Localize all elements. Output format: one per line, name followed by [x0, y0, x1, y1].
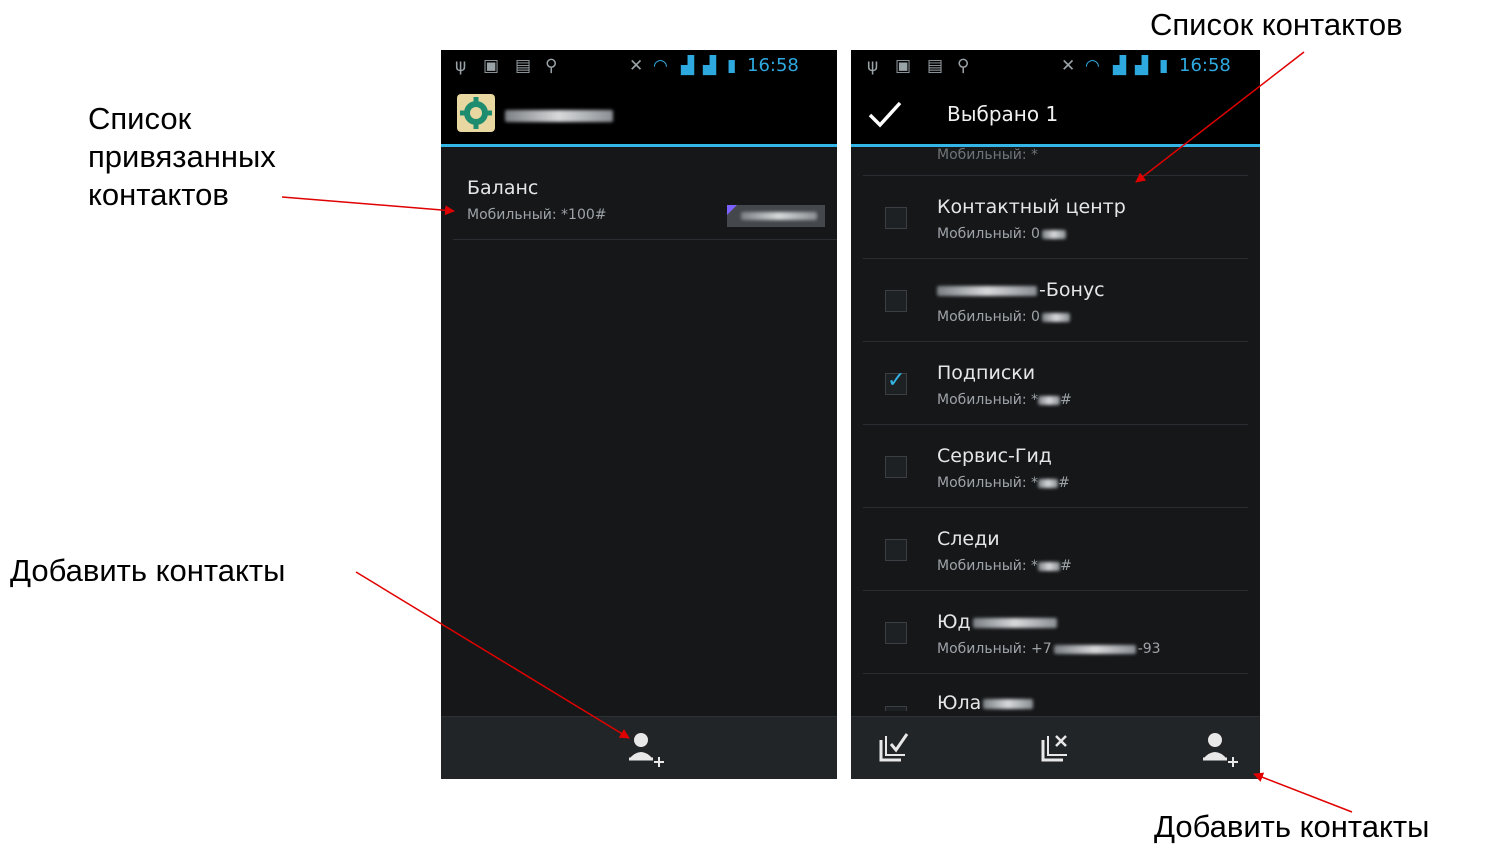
- mute-icon: ✕: [629, 56, 644, 76]
- linked-contacts-list: Баланс Мобильный: *100#: [441, 147, 837, 717]
- callout-line-3: контактов: [88, 177, 229, 212]
- signal-2-icon: ▟: [703, 56, 717, 76]
- status-time: 16:58: [1179, 55, 1231, 76]
- mute-icon: ✕: [1061, 56, 1076, 76]
- status-bar: ψ ▣ ▤ ⚲ ✕ ◠ ▟ ▟ ▮ 16:58: [441, 50, 837, 84]
- list-item[interactable]: -Бонус Мобильный: 0: [863, 259, 1248, 342]
- list-item[interactable]: ✓ Подписки Мобильный: * #: [863, 342, 1248, 425]
- contact-name: -Бонус: [937, 279, 1105, 301]
- contact-number: Мобильный: *100#: [467, 207, 607, 223]
- callout-line-1: Список: [88, 101, 192, 136]
- checkbox[interactable]: [885, 456, 907, 478]
- contact-name: Подписки: [937, 362, 1036, 384]
- account-badge: [727, 205, 825, 227]
- search-icon: ⚲: [545, 56, 558, 76]
- list-item[interactable]: Следи Мобильный: * #: [863, 508, 1248, 591]
- signal-icon: ▟: [681, 56, 695, 76]
- add-contact-icon[interactable]: [627, 731, 667, 767]
- callout-linked-contacts: Список привязанных контактов: [88, 100, 276, 214]
- contact-number: Мобильный: 0: [937, 309, 1070, 325]
- action-bar: Выбрано 1: [851, 84, 1260, 147]
- battery-icon: ▮: [1159, 56, 1169, 76]
- contacts-list: Мобильный: * Контактный центр Мобильный:…: [851, 147, 1260, 717]
- contact-number: Мобильный: * #: [937, 475, 1070, 491]
- callout-contact-list: Список контактов: [1150, 7, 1403, 42]
- image-icon: ▣: [895, 56, 912, 76]
- check-icon[interactable]: [867, 98, 903, 130]
- gear-icon[interactable]: [457, 94, 495, 132]
- selected-count: Выбрано 1: [947, 102, 1059, 126]
- checkbox[interactable]: [885, 622, 907, 644]
- left-screen: ψ ▣ ▤ ⚲ ✕ ◠ ▟ ▟ ▮ 16:58 Баланс Мобильный…: [441, 50, 837, 779]
- check-icon: ✓: [887, 368, 906, 393]
- select-all-icon[interactable]: [877, 732, 911, 764]
- contact-number: Мобильный: * #: [937, 392, 1072, 408]
- wifi-icon: ◠: [653, 56, 668, 76]
- image-icon: ▣: [483, 56, 500, 76]
- arrow-to-linked-list: [281, 196, 455, 216]
- contact-number: Мобильный: * #: [937, 558, 1072, 574]
- clear-selection-icon[interactable]: [1039, 732, 1073, 764]
- contact-number: Мобильный: *: [937, 147, 1039, 163]
- list-item[interactable]: Юд Мобильный: +7 -93: [863, 591, 1248, 674]
- app-title-redacted: [505, 110, 613, 122]
- action-bar: [441, 84, 837, 147]
- usb-icon: ψ: [455, 56, 467, 76]
- contact-name: Баланс: [467, 177, 539, 199]
- list-item[interactable]: Сервис-Гид Мобильный: * #: [863, 425, 1248, 508]
- status-time: 16:58: [747, 55, 799, 76]
- right-screen: ψ ▣ ▤ ⚲ ✕ ◠ ▟ ▟ ▮ 16:58 Выбрано 1 Мобиль…: [851, 50, 1260, 779]
- list-item[interactable]: Баланс Мобильный: *100#: [453, 147, 837, 240]
- contact-name: Сервис-Гид: [937, 445, 1052, 467]
- copy-icon: ▤: [515, 56, 532, 76]
- checkbox[interactable]: [885, 539, 907, 561]
- list-item[interactable]: Юла: [863, 674, 1248, 717]
- contact-name: Контактный центр: [937, 196, 1126, 218]
- callout-line-2: привязанных: [88, 139, 276, 174]
- callout-add-contacts-right: Добавить контакты: [1154, 809, 1430, 844]
- signal-icon: ▟: [1113, 56, 1127, 76]
- status-bar: ψ ▣ ▤ ⚲ ✕ ◠ ▟ ▟ ▮ 16:58: [851, 50, 1260, 84]
- search-icon: ⚲: [957, 56, 970, 76]
- checkbox[interactable]: [885, 207, 907, 229]
- list-item[interactable]: Мобильный: *: [863, 147, 1248, 176]
- contact-number: Мобильный: 0: [937, 226, 1066, 242]
- contact-number: Мобильный: +7 -93: [937, 641, 1161, 657]
- checkbox-checked[interactable]: ✓: [885, 368, 907, 395]
- battery-icon: ▮: [727, 56, 737, 76]
- copy-icon: ▤: [927, 56, 944, 76]
- contact-name: Юд: [937, 611, 1057, 633]
- arrow-to-add-right: [1253, 772, 1353, 813]
- signal-2-icon: ▟: [1135, 56, 1149, 76]
- usb-icon: ψ: [867, 56, 879, 76]
- bottom-bar: [441, 716, 837, 779]
- checkbox[interactable]: [885, 290, 907, 312]
- contact-name: Юла: [937, 692, 1034, 714]
- add-contact-icon[interactable]: [1201, 731, 1241, 767]
- checkbox[interactable]: [885, 706, 907, 711]
- wifi-icon: ◠: [1085, 56, 1100, 76]
- callout-add-contacts-left: Добавить контакты: [10, 553, 286, 588]
- contact-name: Следи: [937, 528, 1000, 550]
- bottom-bar: [851, 716, 1260, 779]
- list-item[interactable]: Контактный центр Мобильный: 0: [863, 176, 1248, 259]
